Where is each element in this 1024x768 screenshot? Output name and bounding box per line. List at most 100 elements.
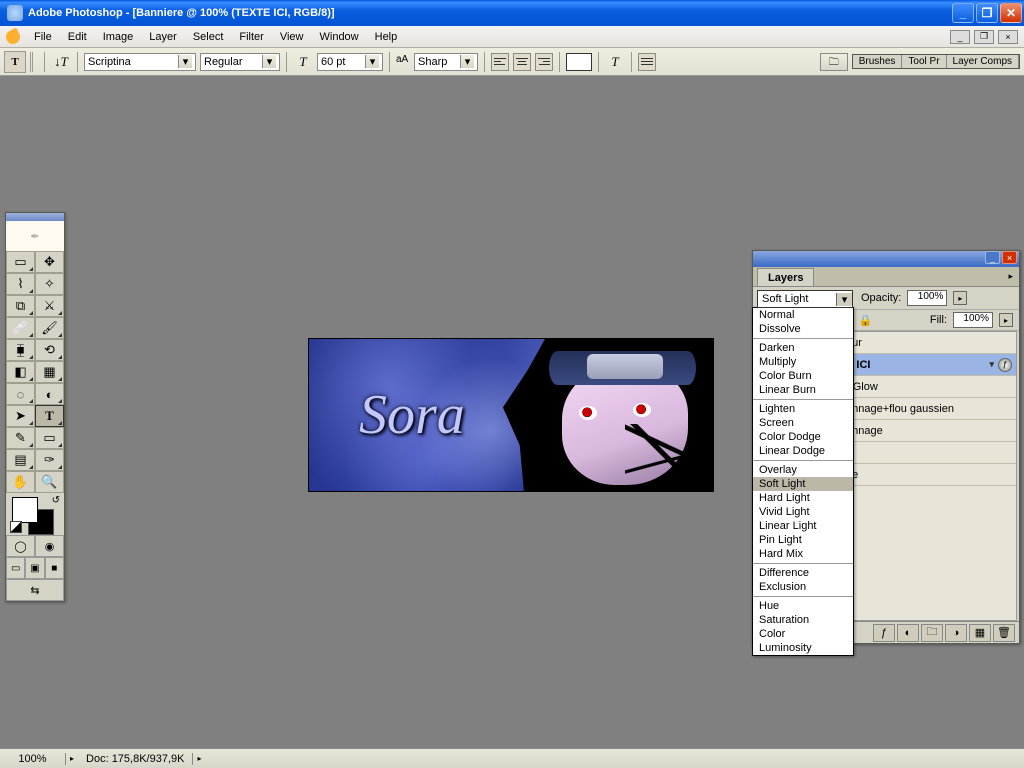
window-maximize-button[interactable]: ❐ — [976, 3, 998, 23]
menu-edit[interactable]: Edit — [60, 28, 95, 46]
document-canvas[interactable]: Sora — [308, 338, 714, 492]
anti-alias-select[interactable]: ▾ — [414, 53, 478, 71]
fill-flyout-button[interactable]: ▸ — [999, 313, 1013, 327]
blend-option-pin-light[interactable]: Pin Light — [753, 533, 853, 547]
align-right-button[interactable] — [535, 53, 553, 71]
blend-option-luminosity[interactable]: Luminosity — [753, 641, 853, 655]
eraser-tool[interactable]: ◧ — [6, 361, 35, 383]
blend-option-linear-light[interactable]: Linear Light — [753, 519, 853, 533]
menu-image[interactable]: Image — [95, 28, 142, 46]
blend-option-overlay[interactable]: Overlay — [753, 463, 853, 477]
font-size-input[interactable] — [321, 56, 361, 68]
healing-brush-tool[interactable]: 🩹 — [6, 317, 35, 339]
quick-mask-button[interactable]: ◉ — [35, 535, 64, 557]
opacity-input[interactable]: 100% — [907, 290, 947, 306]
chevron-down-icon[interactable]: ▾ — [836, 293, 852, 306]
screen-mode-full-menubar[interactable]: ▣ — [25, 557, 44, 579]
zoom-level[interactable]: 100% — [0, 753, 66, 765]
font-family-input[interactable] — [88, 56, 174, 68]
new-set-button[interactable]: 🗀 — [921, 624, 943, 642]
notes-tool[interactable]: ▤ — [6, 449, 35, 471]
chevron-down-icon[interactable]: ▾ — [365, 55, 379, 68]
blend-mode-dropdown[interactable]: NormalDissolveDarkenMultiplyColor BurnLi… — [752, 307, 854, 656]
doc-minimize-button[interactable]: _ — [950, 30, 970, 44]
palette-tab-tool-presets[interactable]: Tool Pr — [902, 55, 946, 68]
swap-colors-button[interactable]: ↺ — [52, 495, 60, 506]
opacity-flyout-button[interactable]: ▸ — [953, 291, 967, 305]
doc-close-button[interactable]: × — [998, 30, 1018, 44]
blend-option-hard-light[interactable]: Hard Light — [753, 491, 853, 505]
blend-mode-select[interactable]: Soft Light ▾ — [757, 290, 853, 308]
align-left-button[interactable] — [491, 53, 509, 71]
blend-option-darken[interactable]: Darken — [753, 341, 853, 355]
screen-mode-full[interactable]: ■ — [45, 557, 64, 579]
blend-option-dissolve[interactable]: Dissolve — [753, 322, 853, 336]
blend-option-vivid-light[interactable]: Vivid Light — [753, 505, 853, 519]
layers-tab[interactable]: Layers — [757, 268, 814, 286]
panel-minimize-button[interactable]: _ — [985, 251, 1000, 264]
adjustment-layer-button[interactable]: ◑ — [945, 624, 967, 642]
screen-mode-standard[interactable]: ▭ — [6, 557, 25, 579]
toolbox-titlebar[interactable] — [6, 213, 64, 221]
lasso-tool[interactable]: ⌇ — [6, 273, 35, 295]
chevron-down-icon[interactable]: ▾ — [460, 55, 474, 68]
shape-tool[interactable]: ▭ — [35, 427, 64, 449]
blend-option-screen[interactable]: Screen — [753, 416, 853, 430]
chevron-down-icon[interactable]: ▾ — [262, 55, 276, 68]
tool-preset-picker[interactable]: T — [4, 51, 26, 73]
panel-close-button[interactable]: × — [1002, 251, 1017, 264]
blend-option-normal[interactable]: Normal — [753, 308, 853, 322]
text-color-swatch[interactable] — [566, 53, 592, 71]
delete-layer-button[interactable]: 🗑 — [993, 624, 1015, 642]
text-orientation-toggle[interactable]: ↓T — [51, 53, 71, 71]
dodge-tool[interactable]: ◐ — [35, 383, 64, 405]
zoom-tool[interactable]: 🔍 — [35, 471, 64, 493]
chevron-down-icon[interactable]: ▾ — [178, 55, 192, 68]
magic-wand-tool[interactable]: ✧ — [35, 273, 64, 295]
blend-option-exclusion[interactable]: Exclusion — [753, 580, 853, 594]
blend-option-linear-dodge[interactable]: Linear Dodge — [753, 444, 853, 458]
default-colors-button[interactable] — [10, 521, 22, 533]
blend-option-hue[interactable]: Hue — [753, 599, 853, 613]
palette-tab-layer-comps[interactable]: Layer Comps — [947, 55, 1019, 68]
palette-tab-brushes[interactable]: Brushes — [853, 55, 903, 68]
status-flyout-icon[interactable]: ▸ — [66, 754, 78, 763]
font-style-input[interactable] — [204, 56, 258, 68]
brush-tool[interactable]: 🖌 — [35, 317, 64, 339]
layer-style-button[interactable]: ƒ — [873, 624, 895, 642]
file-browser-button[interactable]: 🗀 — [820, 53, 848, 71]
doc-info-flyout[interactable]: ▸ — [193, 754, 205, 763]
options-gripper[interactable] — [30, 52, 38, 72]
menu-file[interactable]: File — [26, 28, 60, 46]
menu-filter[interactable]: Filter — [231, 28, 271, 46]
menu-layer[interactable]: Layer — [141, 28, 185, 46]
lock-all-button[interactable]: 🔒 — [857, 312, 873, 328]
standard-mode-button[interactable]: ◯ — [6, 535, 35, 557]
fill-input[interactable]: 100% — [953, 312, 993, 328]
blur-tool[interactable]: ◌ — [6, 383, 35, 405]
blend-option-difference[interactable]: Difference — [753, 566, 853, 580]
window-close-button[interactable]: ✕ — [1000, 3, 1022, 23]
blend-option-color-burn[interactable]: Color Burn — [753, 369, 853, 383]
blend-option-multiply[interactable]: Multiply — [753, 355, 853, 369]
menu-help[interactable]: Help — [367, 28, 406, 46]
window-minimize-button[interactable]: _ — [952, 3, 974, 23]
font-style-select[interactable]: ▾ — [200, 53, 280, 71]
layer-mask-button[interactable]: ◐ — [897, 624, 919, 642]
blend-option-saturation[interactable]: Saturation — [753, 613, 853, 627]
blend-option-soft-light[interactable]: Soft Light — [753, 477, 853, 491]
layer-effects-indicator[interactable]: ▾ ƒ — [989, 358, 1012, 372]
slice-tool[interactable]: ⚔ — [35, 295, 64, 317]
doc-restore-button[interactable]: ❐ — [974, 30, 994, 44]
panel-titlebar[interactable]: _ × — [753, 251, 1019, 267]
crop-tool[interactable]: ⧉ — [6, 295, 35, 317]
type-tool[interactable]: T — [35, 405, 64, 427]
blend-option-color-dodge[interactable]: Color Dodge — [753, 430, 853, 444]
panel-menu-button[interactable]: ▸ — [1008, 271, 1019, 282]
new-layer-button[interactable]: ▦ — [969, 624, 991, 642]
eyedropper-tool[interactable]: ✑ — [35, 449, 64, 471]
history-brush-tool[interactable]: ⟲ — [35, 339, 64, 361]
align-center-button[interactable] — [513, 53, 531, 71]
blend-option-linear-burn[interactable]: Linear Burn — [753, 383, 853, 397]
menu-select[interactable]: Select — [185, 28, 232, 46]
